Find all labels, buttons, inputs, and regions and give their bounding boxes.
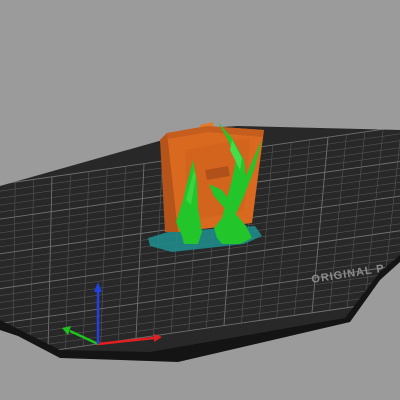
scene-canvas[interactable]: ORIGINAL P xyxy=(0,0,400,400)
3d-viewport[interactable]: ORIGINAL P xyxy=(0,0,400,400)
